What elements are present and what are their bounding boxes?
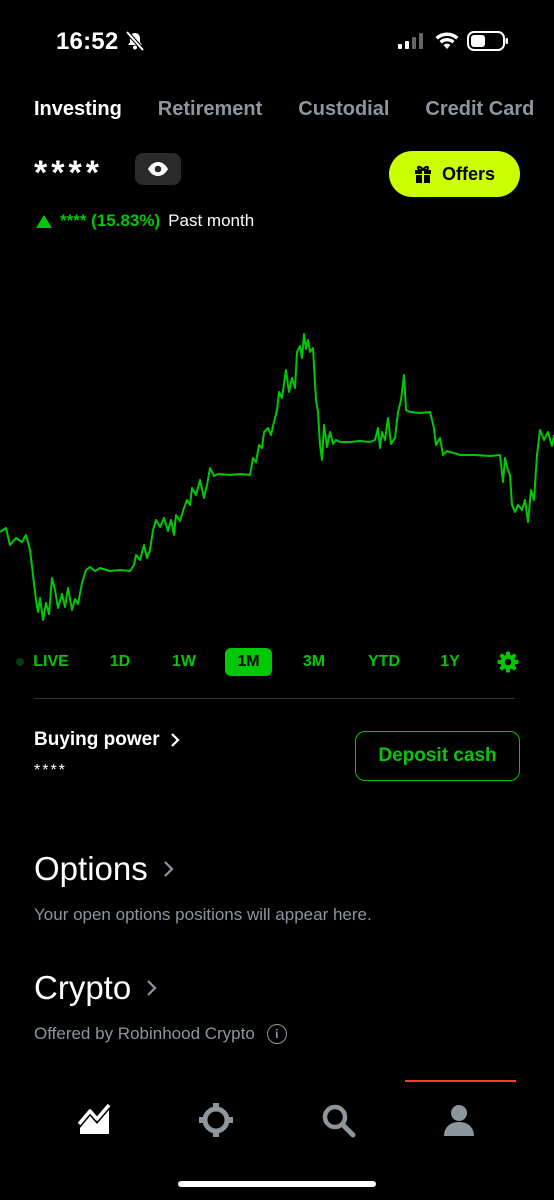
crypto-subtitle: Offered by Robinhood Crypto bbox=[34, 1024, 255, 1043]
offers-button[interactable]: Offers bbox=[389, 151, 520, 197]
home-indicator bbox=[178, 1181, 376, 1187]
eye-icon bbox=[148, 162, 168, 176]
range-3m[interactable]: 3M bbox=[294, 648, 334, 676]
tab-custodial[interactable]: Custodial bbox=[298, 98, 389, 121]
gift-icon bbox=[414, 165, 431, 183]
chevron-right-icon bbox=[147, 980, 157, 996]
nav-active-indicator bbox=[405, 1080, 516, 1082]
divider bbox=[34, 698, 515, 699]
chevron-right-icon bbox=[163, 861, 174, 877]
range-ytd[interactable]: YTD bbox=[360, 648, 408, 676]
portfolio-chart-line bbox=[0, 333, 554, 621]
tab-credit-card[interactable]: Credit Card bbox=[425, 98, 534, 121]
offers-label: Offers bbox=[441, 163, 495, 184]
change-period: Past month bbox=[168, 211, 255, 230]
live-indicator-dot bbox=[16, 658, 24, 666]
portfolio-chart[interactable] bbox=[0, 300, 554, 640]
account-tabs: Investing Retirement Custodial Credit Ca… bbox=[34, 98, 554, 121]
status-time: 16:52 bbox=[56, 28, 119, 55]
time-range-selector: LIVE 1D 1W 1M 3M YTD 1Y bbox=[0, 648, 554, 678]
info-icon[interactable]: i bbox=[266, 1024, 287, 1044]
buying-power-label: Buying power bbox=[34, 729, 160, 750]
search-icon[interactable] bbox=[318, 1100, 358, 1140]
bell-muted-icon bbox=[125, 30, 145, 52]
crypto-subtitle-row: Offered by Robinhood Crypto i bbox=[34, 1024, 287, 1044]
range-live[interactable]: LIVE bbox=[28, 648, 74, 676]
deposit-cash-button[interactable]: Deposit cash bbox=[355, 731, 520, 781]
investing-icon[interactable] bbox=[75, 1100, 115, 1140]
portfolio-change: **** (15.83%) Past month bbox=[36, 211, 254, 231]
options-subtitle: Your open options positions will appear … bbox=[34, 905, 372, 924]
range-1d[interactable]: 1D bbox=[100, 648, 140, 676]
change-value: **** (15.83%) bbox=[60, 211, 161, 230]
buying-power-value: **** bbox=[34, 762, 67, 779]
chart-settings-gear-icon[interactable] bbox=[497, 651, 519, 673]
wifi-icon bbox=[435, 32, 459, 49]
up-arrow-icon bbox=[36, 214, 52, 228]
account-icon[interactable] bbox=[439, 1100, 479, 1140]
range-1m[interactable]: 1M bbox=[225, 648, 272, 676]
range-1w[interactable]: 1W bbox=[164, 648, 204, 676]
tab-retirement[interactable]: Retirement bbox=[158, 98, 262, 121]
options-title: Options bbox=[34, 850, 148, 887]
tab-investing[interactable]: Investing bbox=[34, 98, 122, 121]
chevron-right-icon bbox=[170, 733, 180, 747]
range-1y[interactable]: 1Y bbox=[432, 648, 468, 676]
crypto-section-link[interactable]: Crypto bbox=[34, 969, 157, 1007]
toggle-visibility-button[interactable] bbox=[135, 153, 181, 185]
cellular-signal-icon bbox=[398, 33, 423, 49]
crypto-title: Crypto bbox=[34, 969, 132, 1006]
portfolio-balance: **** bbox=[34, 154, 103, 192]
options-section-link[interactable]: Options bbox=[34, 850, 174, 888]
battery-icon bbox=[467, 31, 508, 51]
buying-power-link[interactable]: Buying power bbox=[34, 729, 180, 751]
crypto-icon[interactable] bbox=[196, 1100, 236, 1140]
